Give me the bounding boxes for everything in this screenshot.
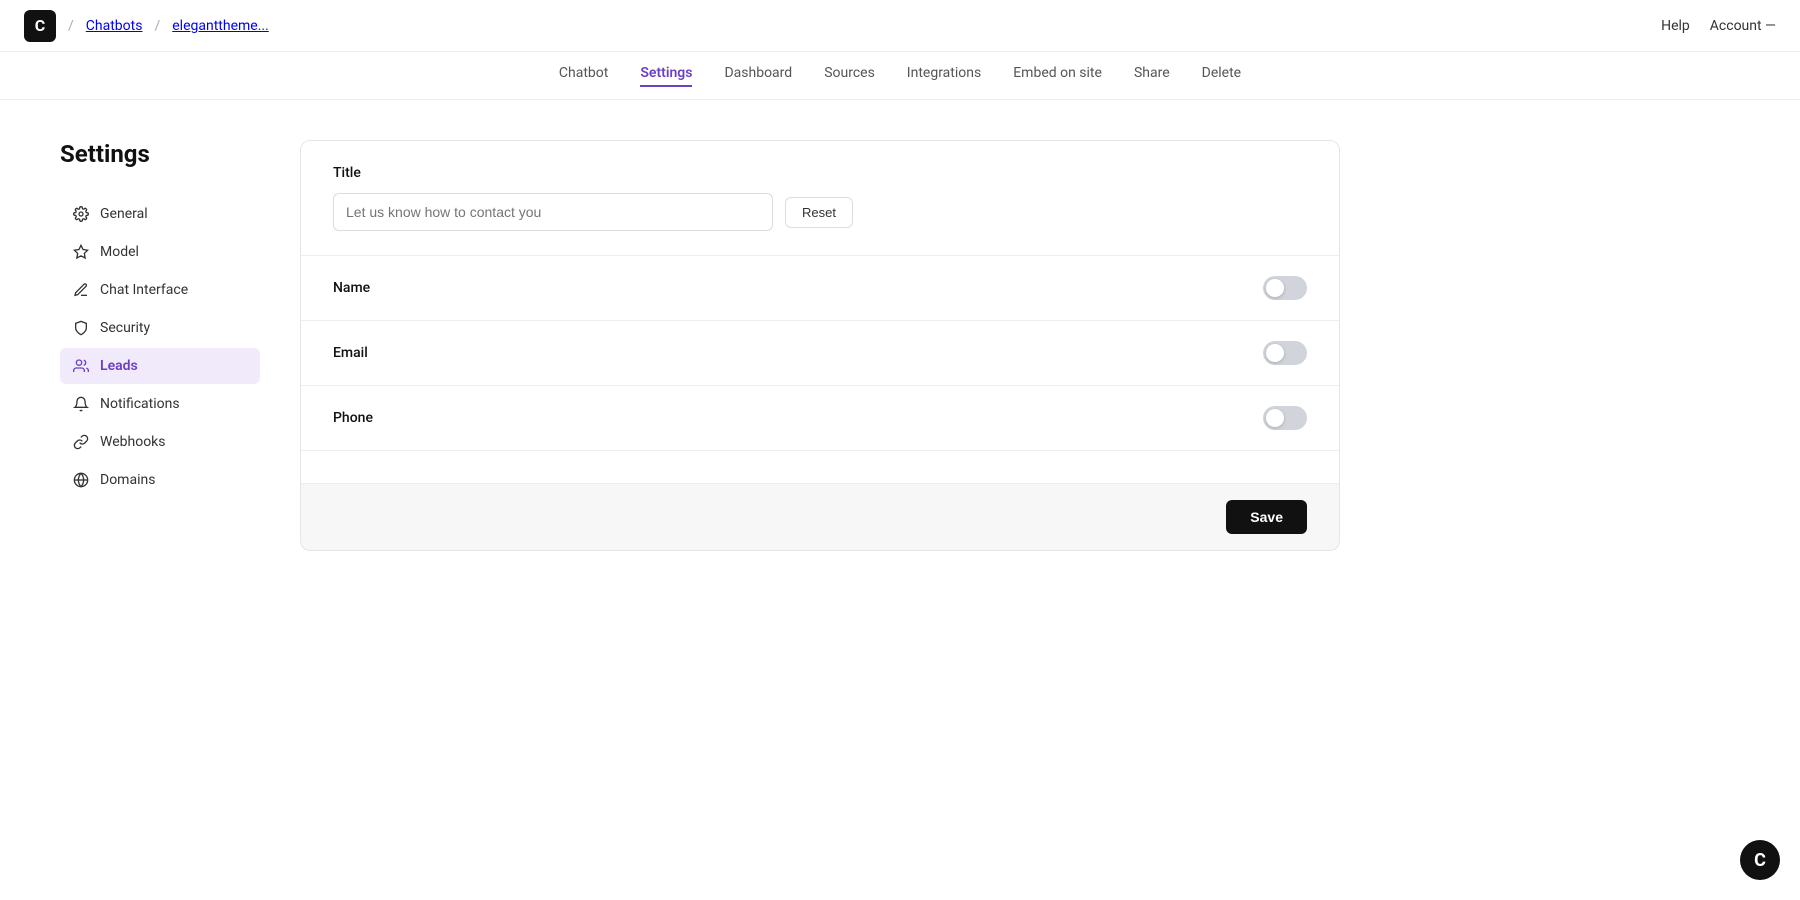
- title-input[interactable]: [333, 193, 773, 231]
- sidebar-label-general: General: [100, 206, 148, 222]
- title-input-row: Reset: [333, 193, 1307, 231]
- name-toggle-row: Name: [301, 256, 1339, 321]
- model-icon: [72, 243, 90, 261]
- tab-share[interactable]: Share: [1134, 65, 1170, 87]
- help-link[interactable]: Help: [1661, 18, 1690, 34]
- gear-icon: [72, 205, 90, 223]
- bell-icon: [72, 395, 90, 413]
- phone-toggle[interactable]: [1263, 406, 1307, 430]
- save-button[interactable]: Save: [1226, 500, 1307, 534]
- sidebar-item-model[interactable]: Model: [60, 234, 260, 270]
- tab-dashboard[interactable]: Dashboard: [724, 65, 792, 87]
- webhook-icon: [72, 433, 90, 451]
- phone-label: Phone: [333, 410, 373, 426]
- tab-integrations[interactable]: Integrations: [907, 65, 981, 87]
- sidebar-label-notifications: Notifications: [100, 396, 180, 412]
- spacer-row: [301, 450, 1339, 483]
- name-label: Name: [333, 280, 370, 296]
- sidebar-item-security[interactable]: Security: [60, 310, 260, 346]
- breadcrumb-chatbots[interactable]: Chatbots: [86, 18, 143, 34]
- tab-sources[interactable]: Sources: [824, 65, 875, 87]
- sidebar-item-notifications[interactable]: Notifications: [60, 386, 260, 422]
- page-title: Settings: [60, 140, 260, 168]
- sidebar-label-leads: Leads: [100, 358, 138, 374]
- breadcrumb-sep-1: /: [68, 18, 74, 34]
- tab-delete[interactable]: Delete: [1202, 65, 1241, 87]
- settings-panel: Title Reset Name Email Phone Save: [300, 140, 1340, 551]
- sidebar-item-domains[interactable]: Domains: [60, 462, 260, 498]
- chat-icon: [72, 281, 90, 299]
- topbar: C / Chatbots / eleganttheme... Help Acco…: [0, 0, 1800, 52]
- reset-button[interactable]: Reset: [785, 197, 853, 228]
- bottom-logo: C: [1740, 840, 1780, 880]
- shield-icon: [72, 319, 90, 337]
- globe-icon: [72, 471, 90, 489]
- sidebar-label-model: Model: [100, 244, 139, 260]
- topbar-left: C / Chatbots / eleganttheme...: [24, 10, 269, 42]
- email-toggle-row: Email: [301, 321, 1339, 386]
- sidebar-label-domains: Domains: [100, 472, 155, 488]
- title-field-label: Title: [333, 165, 1307, 181]
- tab-chatbot[interactable]: Chatbot: [559, 65, 608, 87]
- sidebar-label-chat-interface: Chat Interface: [100, 282, 188, 298]
- tab-settings[interactable]: Settings: [640, 65, 692, 87]
- title-section: Title Reset: [301, 141, 1339, 256]
- sidebar-label-webhooks: Webhooks: [100, 434, 166, 450]
- phone-toggle-row: Phone: [301, 386, 1339, 450]
- nav-tabs: Chatbot Settings Dashboard Sources Integ…: [0, 52, 1800, 100]
- sidebar-label-security: Security: [100, 320, 150, 336]
- sidebar-item-leads[interactable]: Leads: [60, 348, 260, 384]
- email-label: Email: [333, 345, 368, 361]
- leads-icon: [72, 357, 90, 375]
- sidebar-item-general[interactable]: General: [60, 196, 260, 232]
- sidebar-item-chat-interface[interactable]: Chat Interface: [60, 272, 260, 308]
- main-content: Settings General Model: [0, 100, 1400, 591]
- email-toggle[interactable]: [1263, 341, 1307, 365]
- breadcrumb-bot[interactable]: eleganttheme...: [172, 18, 269, 34]
- account-link[interactable]: Account —: [1710, 18, 1776, 34]
- logo[interactable]: C: [24, 10, 56, 42]
- topbar-right: Help Account —: [1661, 18, 1776, 34]
- breadcrumb-sep-2: /: [154, 18, 160, 34]
- panel-footer: Save: [301, 483, 1339, 550]
- name-toggle[interactable]: [1263, 276, 1307, 300]
- sidebar: Settings General Model: [60, 140, 260, 551]
- tab-embed[interactable]: Embed on site: [1013, 65, 1102, 87]
- sidebar-item-webhooks[interactable]: Webhooks: [60, 424, 260, 460]
